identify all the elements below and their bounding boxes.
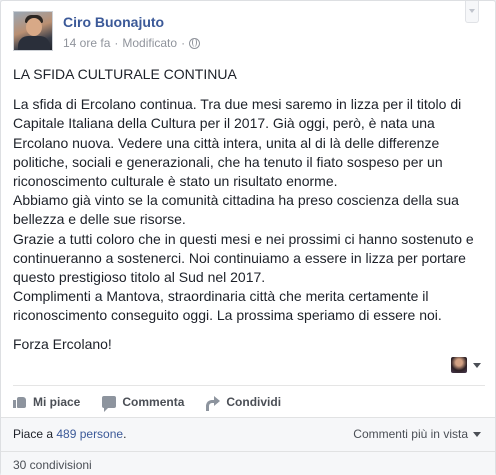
share-arrow-icon — [206, 395, 221, 411]
author-avatar[interactable] — [13, 11, 53, 51]
likes-summary: Piace a 489 persone. Commenti più in vis… — [1, 417, 495, 451]
identity-selector[interactable] — [451, 357, 481, 373]
likes-count-link[interactable]: 489 persone — [56, 427, 123, 441]
post-paragraph-2: Abbiamo già vinto se la comunità cittadi… — [13, 192, 459, 228]
author-name[interactable]: Ciro Buonajuto — [63, 14, 164, 30]
comments-sort-label: Commenti più in vista — [353, 427, 468, 441]
globe-icon[interactable] — [189, 37, 201, 49]
like-button[interactable]: Mi piace — [13, 395, 80, 409]
edited-label[interactable]: Modificato — [122, 36, 177, 50]
comments-sort-dropdown[interactable]: Commenti più in vista — [353, 427, 481, 441]
post-time[interactable]: 14 ore fa — [63, 36, 110, 50]
comment-label: Commenta — [122, 394, 185, 409]
share-button[interactable]: Condividi — [206, 394, 282, 411]
comment-button[interactable]: Commenta — [102, 394, 185, 412]
post-card: Ciro Buonajuto 14 ore fa · Modificato · … — [0, 0, 496, 475]
post-body: LA SFIDA CULTURALE CONTINUA La sfida di … — [13, 65, 489, 354]
like-label: Mi piace — [33, 394, 81, 409]
sort-caret-down-icon — [473, 431, 481, 437]
post-options-chevron-icon[interactable] — [463, 1, 483, 35]
viewer-avatar — [451, 357, 467, 373]
meta-separator: · — [114, 36, 119, 50]
likes-prefix: Piace a — [13, 427, 57, 441]
post-meta: 14 ore fa · Modificato · — [63, 36, 201, 50]
meta-separator-2: · — [181, 36, 186, 50]
post-actions: Mi piace Commenta Condividi — [13, 385, 485, 413]
post-paragraph-4: Complimenti a Mantova, straordinaria cit… — [13, 288, 442, 324]
shares-count-link[interactable]: 30 condivisioni — [13, 458, 92, 472]
post-title: LA SFIDA CULTURALE CONTINUA — [13, 66, 237, 82]
shares-summary: 30 condivisioni — [1, 451, 495, 475]
thumbs-up-icon — [13, 395, 27, 409]
post-header: Ciro Buonajuto 14 ore fa · Modificato · — [13, 1, 483, 55]
comment-icon — [102, 395, 117, 412]
likes-suffix: . — [123, 427, 127, 441]
post-paragraph-3: Grazie a tutti coloro che in questi mesi… — [13, 230, 474, 286]
post-closing: Forza Ercolano! — [13, 335, 112, 352]
share-label: Condividi — [226, 394, 282, 409]
caret-down-icon — [473, 362, 481, 368]
post-paragraph-1: La sfida di Ercolano continua. Tra due m… — [13, 96, 462, 190]
